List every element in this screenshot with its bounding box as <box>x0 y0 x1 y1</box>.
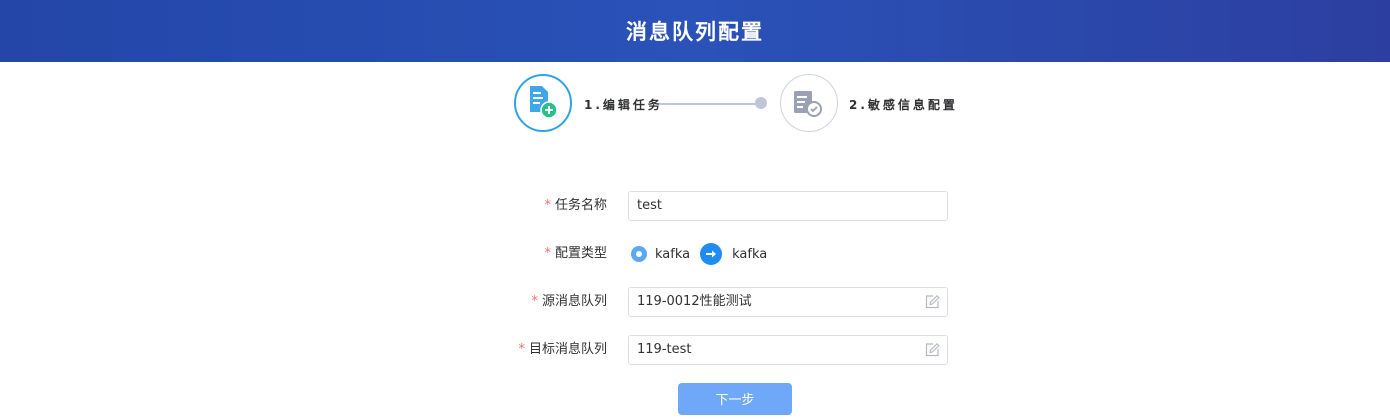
task-name-label-text: 任务名称 <box>554 198 607 213</box>
page-title: 消息队列配置 <box>626 20 764 44</box>
target-queue-value: 119-test <box>637 342 692 357</box>
required-mark: * <box>544 246 551 261</box>
kafka-radio[interactable] <box>631 246 647 262</box>
config-type-group: kafka kafka <box>628 239 767 269</box>
page-header: 消息队列配置 <box>0 0 1390 62</box>
step-connector-dot <box>755 97 767 109</box>
source-queue-input[interactable]: 119-0012性能测试 <box>628 287 948 317</box>
source-type-label[interactable]: kafka <box>655 247 690 262</box>
target-queue-label-text: 目标消息队列 <box>528 342 607 357</box>
task-name-row: * 任务名称 test <box>0 191 1390 221</box>
source-queue-row: * 源消息队列 119-0012性能测试 <box>0 287 1390 317</box>
target-queue-label: * 目标消息队列 <box>518 335 607 365</box>
required-mark: * <box>518 342 525 357</box>
steps-bar: 1.编辑任务 2.敏感信息配置 <box>0 74 1390 134</box>
step-2-label: 2.敏感信息配置 <box>849 98 958 112</box>
arrow-right-icon <box>700 243 723 265</box>
target-queue-input[interactable]: 119-test <box>628 335 948 365</box>
task-name-input[interactable]: test <box>628 191 948 221</box>
task-name-label: * 任务名称 <box>544 191 607 221</box>
config-type-row: * 配置类型 kafka kafka <box>0 239 1390 269</box>
step-2-circle <box>780 74 838 132</box>
config-type-label-text: 配置类型 <box>554 246 607 261</box>
task-name-value: test <box>637 198 662 213</box>
document-check-icon <box>794 91 822 117</box>
next-step-button[interactable]: 下一步 <box>678 383 792 415</box>
edit-icon[interactable] <box>924 342 940 358</box>
step-1-label: 1.编辑任务 <box>584 98 663 112</box>
step-connector-line <box>660 103 758 105</box>
radio-dot <box>636 251 642 257</box>
required-mark: * <box>544 198 551 213</box>
source-queue-label: * 源消息队列 <box>531 287 607 317</box>
document-add-icon <box>530 86 558 119</box>
source-queue-value: 119-0012性能测试 <box>637 294 752 309</box>
target-type-label: kafka <box>732 246 768 262</box>
edit-icon[interactable] <box>924 294 940 310</box>
source-queue-label-text: 源消息队列 <box>541 294 607 309</box>
target-queue-row: * 目标消息队列 119-test <box>0 335 1390 365</box>
config-type-label: * 配置类型 <box>544 239 607 269</box>
required-mark: * <box>531 294 538 309</box>
step-1-circle <box>514 74 572 132</box>
